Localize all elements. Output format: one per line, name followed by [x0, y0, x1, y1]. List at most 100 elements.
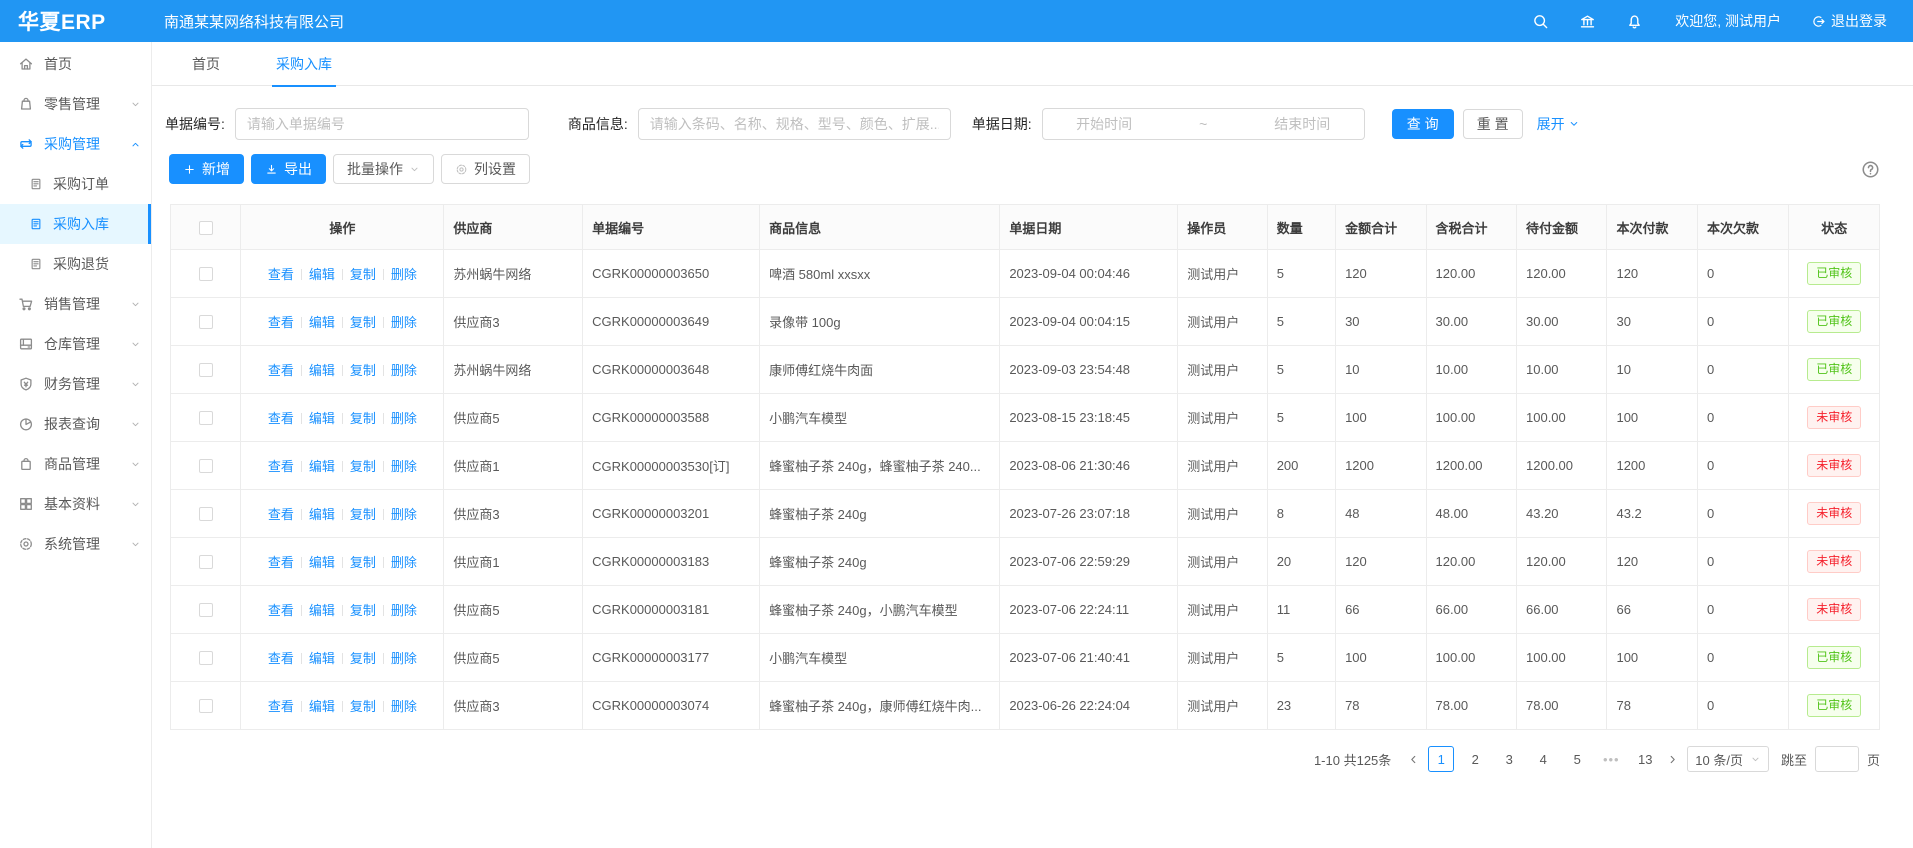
action-copy-link[interactable]: 复制	[350, 699, 376, 714]
action-copy-link[interactable]: 复制	[350, 315, 376, 330]
sidebar-item-purchase-return[interactable]: 采购退货	[0, 244, 151, 284]
action-edit-link[interactable]: 编辑	[309, 363, 335, 378]
sidebar-item-sales[interactable]: 销售管理	[0, 284, 151, 324]
sidebar-item-system[interactable]: 系统管理	[0, 524, 151, 564]
action-edit-link[interactable]: 编辑	[309, 555, 335, 570]
action-view-link[interactable]: 查看	[268, 555, 294, 570]
action-copy-link[interactable]: 复制	[350, 651, 376, 666]
logout-button[interactable]: 退出登录	[1811, 11, 1887, 31]
page-ellipsis[interactable]: •••	[1598, 746, 1624, 772]
sidebar-item-basedata[interactable]: 基本资料	[0, 484, 151, 524]
action-delete-link[interactable]: 删除	[391, 315, 417, 330]
row-checkbox[interactable]	[199, 603, 213, 617]
row-checkbox[interactable]	[199, 267, 213, 281]
bill-no-input[interactable]	[235, 108, 529, 140]
action-delete-link[interactable]: 删除	[391, 459, 417, 474]
action-edit-link[interactable]: 编辑	[309, 411, 335, 426]
sidebar-item-warehouse[interactable]: 仓库管理	[0, 324, 151, 364]
action-view-link[interactable]: 查看	[268, 459, 294, 474]
bell-icon[interactable]	[1626, 13, 1643, 30]
row-checkbox[interactable]	[199, 315, 213, 329]
search-button[interactable]: 查 询	[1392, 109, 1454, 139]
sidebar-item-purchase-inbound[interactable]: 采购入库	[0, 204, 151, 244]
action-view-link[interactable]: 查看	[268, 315, 294, 330]
action-copy-link[interactable]: 复制	[350, 363, 376, 378]
cell-amount: 1200	[1336, 442, 1426, 490]
action-delete-link[interactable]: 删除	[391, 507, 417, 522]
action-edit-link[interactable]: 编辑	[309, 603, 335, 618]
action-view-link[interactable]: 查看	[268, 699, 294, 714]
search-icon[interactable]	[1532, 13, 1549, 30]
sidebar-item-report[interactable]: 报表查询	[0, 404, 151, 444]
action-delete-link[interactable]: 删除	[391, 603, 417, 618]
toolbar: 新增 导出 批量操作 列设置	[169, 154, 1880, 184]
cell-amount: 66	[1336, 586, 1426, 634]
action-copy-link[interactable]: 复制	[350, 267, 376, 282]
page-button-2[interactable]: 2	[1462, 746, 1488, 772]
action-edit-link[interactable]: 编辑	[309, 315, 335, 330]
action-copy-link[interactable]: 复制	[350, 603, 376, 618]
action-view-link[interactable]: 查看	[268, 411, 294, 426]
reset-button[interactable]: 重 置	[1463, 109, 1523, 139]
export-button[interactable]: 导出	[251, 154, 326, 184]
action-copy-link[interactable]: 复制	[350, 411, 376, 426]
help-icon[interactable]	[1861, 160, 1880, 179]
page-button-13[interactable]: 13	[1632, 746, 1658, 772]
action-copy-link[interactable]: 复制	[350, 555, 376, 570]
date-range-input[interactable]: 开始时间 ~ 结束时间	[1042, 108, 1365, 140]
sidebar-item-finance[interactable]: 财务管理	[0, 364, 151, 404]
action-copy-link[interactable]: 复制	[350, 459, 376, 474]
sidebar-item-home[interactable]: 首页	[0, 44, 151, 84]
sidebar-item-retail[interactable]: 零售管理	[0, 84, 151, 124]
action-view-link[interactable]: 查看	[268, 363, 294, 378]
tab-purchase-inbound[interactable]: 采购入库	[276, 42, 332, 86]
action-delete-link[interactable]: 删除	[391, 411, 417, 426]
cell-paid: 30	[1607, 298, 1697, 346]
action-view-link[interactable]: 查看	[268, 507, 294, 522]
row-checkbox[interactable]	[199, 699, 213, 713]
table-row: 查看编辑复制删除供应商5CGRK00000003181蜂蜜柚子茶 240g，小鹏…	[171, 586, 1880, 634]
action-delete-link[interactable]: 删除	[391, 555, 417, 570]
action-edit-link[interactable]: 编辑	[309, 267, 335, 282]
expand-link[interactable]: 展开	[1537, 114, 1580, 134]
select-all-checkbox[interactable]	[199, 221, 213, 235]
page-button-4[interactable]: 4	[1530, 746, 1556, 772]
sidebar-item-goods[interactable]: 商品管理	[0, 444, 151, 484]
jump-page-input[interactable]	[1815, 746, 1859, 772]
action-delete-link[interactable]: 删除	[391, 699, 417, 714]
sidebar-item-purchase[interactable]: 采购管理	[0, 124, 151, 164]
action-separator	[383, 701, 384, 712]
sidebar-item-purchase-order[interactable]: 采购订单	[0, 164, 151, 204]
action-edit-link[interactable]: 编辑	[309, 651, 335, 666]
action-edit-link[interactable]: 编辑	[309, 699, 335, 714]
action-delete-link[interactable]: 删除	[391, 363, 417, 378]
row-checkbox[interactable]	[199, 507, 213, 521]
purchase-icon	[18, 136, 34, 152]
action-edit-link[interactable]: 编辑	[309, 507, 335, 522]
bank-icon[interactable]	[1579, 13, 1596, 30]
action-edit-link[interactable]: 编辑	[309, 459, 335, 474]
action-view-link[interactable]: 查看	[268, 651, 294, 666]
action-view-link[interactable]: 查看	[268, 267, 294, 282]
action-delete-link[interactable]: 删除	[391, 267, 417, 282]
page-size-select[interactable]: 10 条/页	[1687, 746, 1769, 772]
goods-info-input[interactable]	[638, 108, 951, 140]
row-checkbox[interactable]	[199, 555, 213, 569]
column-settings-button[interactable]: 列设置	[441, 154, 530, 184]
row-checkbox[interactable]	[199, 363, 213, 377]
row-checkbox[interactable]	[199, 651, 213, 665]
tab-home[interactable]: 首页	[192, 42, 220, 86]
add-button[interactable]: 新增	[169, 154, 244, 184]
page-button-1[interactable]: 1	[1428, 746, 1454, 772]
action-view-link[interactable]: 查看	[268, 603, 294, 618]
batch-operations-button[interactable]: 批量操作	[333, 154, 434, 184]
row-checkbox[interactable]	[199, 459, 213, 473]
page-button-3[interactable]: 3	[1496, 746, 1522, 772]
next-page-icon[interactable]	[1666, 753, 1679, 766]
action-copy-link[interactable]: 复制	[350, 507, 376, 522]
page-button-5[interactable]: 5	[1564, 746, 1590, 772]
action-delete-link[interactable]: 删除	[391, 651, 417, 666]
row-checkbox[interactable]	[199, 411, 213, 425]
action-separator	[342, 413, 343, 424]
prev-page-icon[interactable]	[1407, 753, 1420, 766]
